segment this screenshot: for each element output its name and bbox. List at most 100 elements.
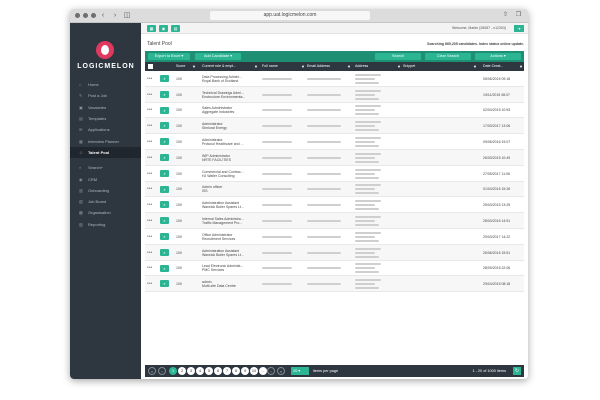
table-row[interactable]: ••• ⌕ 100 Sales Administrator Aggregate Indu… xyxy=(145,102,524,119)
header-score[interactable]: Score ▼ xyxy=(176,62,196,71)
view-candidate-icon[interactable]: ⌕ xyxy=(160,232,169,240)
header-snippet[interactable]: Snippet ▼ xyxy=(403,62,477,71)
sidebar-item-search[interactable]: ⌕ Search+ xyxy=(70,162,141,173)
filter-icon[interactable]: ▼ xyxy=(473,62,477,71)
table-row[interactable]: ••• ⌕ 100 Internal Sales Administra... Traff… xyxy=(145,213,524,229)
view-candidate-icon[interactable]: ⌕ xyxy=(160,185,169,193)
sidebar-item-post-a-job[interactable]: ✎ Post a Job xyxy=(70,90,141,101)
actions-button[interactable]: Actions ▾ xyxy=(475,53,521,60)
table-row[interactable]: ••• ⌕ 100 Administration Assistant Warwick B… xyxy=(145,197,524,214)
sidebar-item-job-board[interactable]: ▧ Job Board xyxy=(70,196,141,207)
add-candidate-button[interactable]: Add Candidate ▾ xyxy=(195,53,241,60)
forward-icon[interactable]: › xyxy=(110,11,120,20)
window-controls[interactable] xyxy=(75,13,96,18)
filter-icon[interactable]: ▼ xyxy=(192,62,196,71)
page-6-button[interactable]: 6 xyxy=(214,367,222,375)
row-menu-icon[interactable]: ••• xyxy=(147,103,157,119)
header-date[interactable]: Date Creat... ▼ xyxy=(483,62,523,71)
header-role[interactable]: Current role & empl... ▼ xyxy=(202,62,258,71)
row-menu-icon[interactable]: ••• xyxy=(147,71,157,87)
sidebar-item-crm[interactable]: ◉ CRM xyxy=(70,173,141,184)
filter-icon[interactable]: ▼ xyxy=(397,62,401,71)
table-row[interactable]: ••• ⌕ 100 Commercial and Contrac... HJ Walle… xyxy=(145,165,524,182)
sidebar-item-reporting[interactable]: ▨ Reporting xyxy=(70,219,141,230)
tabs-icon[interactable]: ❐ xyxy=(514,11,523,20)
sidebar-item-talent-pool[interactable]: ☺ Talent Pool xyxy=(70,146,141,159)
view-candidate-icon[interactable]: ⌕ xyxy=(160,106,169,114)
view-candidate-icon[interactable]: ⌕ xyxy=(160,248,169,256)
sidebar-item-vacancies[interactable]: ▣ Vacancies xyxy=(70,102,141,113)
view-candidate-icon[interactable]: ⌕ xyxy=(160,122,169,130)
view-candidate-icon[interactable]: ⌕ xyxy=(160,201,169,209)
row-menu-icon[interactable]: ••• xyxy=(147,182,157,198)
sidebar-toggle-icon[interactable]: ◫ xyxy=(122,11,132,20)
page-3-button[interactable]: 3 xyxy=(187,367,195,375)
select-all-checkbox[interactable] xyxy=(148,62,154,71)
page-5-button[interactable]: 5 xyxy=(205,367,213,375)
table-row[interactable]: ••• ⌕ 100 Lead Electronic Administ... PMC Se… xyxy=(145,260,524,277)
table-row[interactable]: ••• ⌕ 100 Data Processing Admini... Royal Ba… xyxy=(145,71,524,87)
view-candidate-icon[interactable]: ⌕ xyxy=(160,75,169,82)
table-row[interactable]: ••• ⌕ 100 Administration Assistant Warwick B… xyxy=(145,244,524,261)
table-row[interactable]: ••• ⌕ 100 Admin officer ISS 01/04/2015 15:26 xyxy=(145,181,524,198)
sidebar-item-organisation[interactable]: ▩ Organisation xyxy=(70,207,141,218)
sidebar-item-home[interactable]: ⌂ Home xyxy=(70,79,141,90)
row-menu-icon[interactable]: ••• xyxy=(147,118,157,134)
filter-icon[interactable]: ▼ xyxy=(519,62,523,71)
row-menu-icon[interactable]: ••• xyxy=(147,197,157,213)
row-menu-icon[interactable]: ••• xyxy=(147,261,157,277)
page-8-button[interactable]: 8 xyxy=(232,367,240,375)
row-menu-icon[interactable]: ••• xyxy=(147,134,157,150)
last-page-icon[interactable]: » xyxy=(277,367,285,375)
page-1-button[interactable]: 1 xyxy=(169,367,177,375)
page-2-button[interactable]: 2 xyxy=(178,367,186,375)
table-row[interactable]: ••• ⌕ 100 Administrator Protocol Healthcare … xyxy=(145,134,524,150)
table-row[interactable]: ••• ⌕ 100 admin Multi-site Data Centre 29/04/… xyxy=(145,276,524,293)
page-9-button[interactable]: 9 xyxy=(241,367,249,375)
per-page-select[interactable]: 20 ▾ xyxy=(291,367,309,375)
view-candidate-icon[interactable]: ⌕ xyxy=(160,90,169,98)
view-candidate-icon[interactable]: ⌕ xyxy=(160,153,169,161)
sidebar-item-applications[interactable]: ✉ Applications xyxy=(70,124,141,135)
table-row[interactable]: ••• ⌕ 100 Technical Drawings Admi... Enstruc… xyxy=(145,86,524,103)
export-excel-button[interactable]: Export to Excel ▾ xyxy=(148,53,190,60)
page-7-button[interactable]: 7 xyxy=(223,367,231,375)
row-menu-icon[interactable]: ••• xyxy=(147,245,157,261)
view-candidate-icon[interactable]: ⌕ xyxy=(160,217,169,225)
back-icon[interactable]: ‹ xyxy=(98,11,108,20)
prev-page-icon[interactable]: ‹ xyxy=(158,367,166,375)
next-page-icon[interactable]: › xyxy=(267,367,275,375)
view-candidate-icon[interactable]: ⌕ xyxy=(160,264,169,272)
eye-icon[interactable]: ◉ xyxy=(159,25,168,32)
row-menu-icon[interactable]: ••• xyxy=(147,213,157,229)
address-bar[interactable]: app.uat.logicmelon.com xyxy=(210,11,370,20)
table-row[interactable]: ••• ⌕ 100 Administrator Simlurat Energy 17/03… xyxy=(145,118,524,135)
sidebar-item-interview-planner[interactable]: ▦ Interview Planner xyxy=(70,135,141,146)
chart-icon[interactable]: ▤ xyxy=(171,25,180,32)
view-candidate-icon[interactable]: ⌕ xyxy=(160,169,169,177)
header-address[interactable]: Address ▼ xyxy=(355,62,401,71)
row-menu-icon[interactable]: ••• xyxy=(147,166,157,182)
view-candidate-icon[interactable]: ⌕ xyxy=(160,138,169,146)
page-10-button[interactable]: 10 xyxy=(250,367,258,375)
row-menu-icon[interactable]: ••• xyxy=(147,276,157,292)
sidebar-item-templates[interactable]: ▤ Templates xyxy=(70,113,141,124)
view-candidate-icon[interactable]: ⌕ xyxy=(160,280,169,288)
clear-search-button[interactable]: Clear Search xyxy=(425,53,471,60)
grid-icon[interactable]: ▦ xyxy=(147,25,156,32)
header-email[interactable]: Email Address ▼ xyxy=(307,62,351,71)
row-menu-icon[interactable]: ••• xyxy=(147,87,157,103)
filter-icon[interactable]: ▼ xyxy=(254,62,258,71)
search-button[interactable]: Search xyxy=(375,53,421,60)
header-name[interactable]: Full name ▼ xyxy=(262,62,305,71)
page-more-button[interactable]: ... xyxy=(259,367,267,375)
table-row[interactable]: ••• ⌕ 100 WIP Administrator NRTE FACILITIES 2… xyxy=(145,149,524,166)
filter-icon[interactable]: ▼ xyxy=(347,62,351,71)
logout-icon[interactable]: ➜ xyxy=(514,25,524,32)
share-icon[interactable]: ⇧ xyxy=(501,11,510,20)
refresh-icon[interactable]: ↻ xyxy=(513,367,521,375)
table-row[interactable]: ••• ⌕ 100 Office Administrator Recruitment S… xyxy=(145,228,524,245)
row-menu-icon[interactable]: ••• xyxy=(147,150,157,166)
row-menu-icon[interactable]: ••• xyxy=(147,229,157,245)
filter-icon[interactable]: ▼ xyxy=(301,62,305,71)
